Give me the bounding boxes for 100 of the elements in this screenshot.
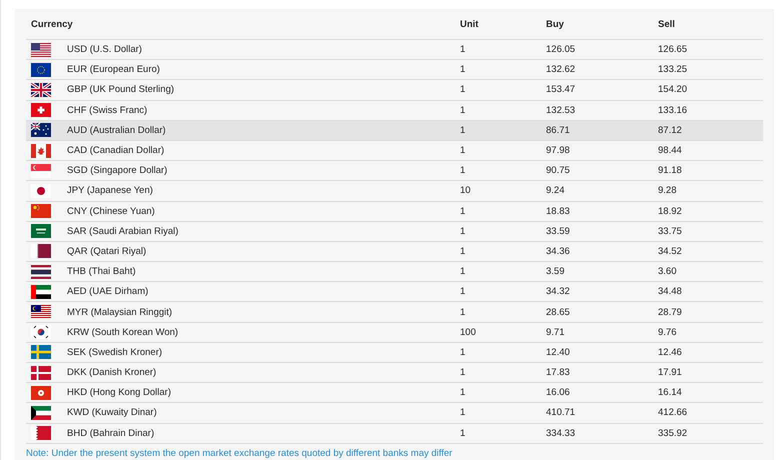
buy-rate: 34.36 (546, 246, 571, 257)
malaysia-flag-icon (31, 305, 51, 320)
buy-rate: 90.75 (546, 165, 571, 176)
hong-kong-flag-icon (31, 386, 51, 400)
sell-rate: 34.48 (658, 286, 683, 298)
sell-rate: 133.16 (658, 104, 688, 116)
swiss-flag-icon (31, 103, 51, 118)
column-header: Unit (460, 18, 480, 30)
buy-rate: 18.83 (546, 206, 571, 217)
korea-flag-icon (31, 325, 51, 340)
sell-rate: 9.28 (658, 185, 678, 196)
unit-cell-text: 1 (460, 367, 466, 378)
saudi-flag-icon (31, 224, 51, 238)
buy-rate: 97.98 (546, 145, 571, 156)
unit-cell-text: 1 (460, 124, 466, 136)
unit-cell-text: 100 (460, 326, 477, 338)
currency-name: DKK (Danish Kroner) (67, 367, 156, 378)
sweden-flag-icon (31, 345, 51, 360)
currency-name: BHD (Bahrain Dinar) (67, 428, 154, 439)
australia-flag-icon (31, 123, 51, 138)
singapore-flag-icon (31, 164, 51, 178)
column-header: Buy (546, 18, 565, 30)
sell-rate: 98.44 (658, 145, 683, 156)
column-header: Sell (658, 18, 676, 30)
unit-cell-text: 1 (460, 206, 466, 217)
sell-rate: 335.92 (658, 428, 688, 439)
sell-rate: 87.12 (658, 124, 683, 136)
unit-cell-text: 1 (460, 286, 466, 298)
sell-rate: 9.76 (658, 326, 678, 338)
currency-name: USD (U.S. Dollar) (67, 44, 142, 56)
unit-cell-text: 1 (460, 145, 466, 156)
currency-name: KWD (Kuwaity Dinar) (67, 407, 157, 418)
buy-rate: 153.47 (546, 84, 576, 96)
currency-name: CHF (Swiss Franc) (67, 104, 148, 116)
disclaimer-note: Note: Under the present system the open market exchange rates quoted by different banks may differ (26, 448, 454, 459)
currency-name: EUR (European Euro) (67, 64, 160, 76)
sell-rate: 3.60 (658, 266, 678, 278)
currency-name: HKD (Hong Kong Dollar) (67, 387, 172, 398)
unit-cell-text: 1 (460, 226, 466, 237)
buy-rate: 34.32 (546, 286, 571, 298)
bahrain-flag-icon (31, 426, 51, 440)
usa-flag-icon (31, 42, 51, 57)
unit-cell-text: 1 (460, 246, 466, 257)
buy-rate: 33.59 (546, 226, 571, 237)
uk-flag-icon (31, 82, 51, 97)
unit-cell-text: 1 (460, 84, 466, 96)
canada-flag-icon (31, 144, 51, 158)
unit-cell-text: 1 (460, 165, 466, 176)
currency-name: SEK (Swedish Kroner) (67, 346, 162, 358)
buy-rate: 410.71 (546, 407, 576, 418)
unit-cell-text: 1 (460, 266, 466, 278)
unit-cell-text: 1 (460, 44, 466, 56)
buy-rate: 132.62 (546, 64, 576, 76)
currency-name: SGD (Singapore Dollar) (67, 165, 168, 176)
thailand-flag-icon (31, 264, 51, 279)
buy-rate: 132.53 (546, 104, 576, 116)
unit-cell-text: 1 (460, 407, 466, 418)
unit-cell-text: 1 (460, 64, 466, 76)
sell-rate: 34.52 (658, 246, 683, 257)
sell-rate: 17.91 (658, 367, 683, 378)
buy-rate: 3.59 (546, 266, 566, 278)
sell-rate: 12.46 (658, 346, 683, 358)
unit-cell-text: 1 (460, 428, 466, 439)
unit-cell-text: 1 (460, 387, 466, 398)
qatar-flag-icon (31, 244, 51, 258)
sell-rate: 18.92 (658, 206, 683, 217)
sell-rate: 412.66 (658, 407, 688, 418)
currency-name: GBP (UK Pound Sterling) (67, 84, 174, 96)
unit-cell-text: 10 (460, 185, 472, 196)
currency-name: KRW (South Korean Won) (67, 326, 178, 338)
currency-name: SAR (Saudi Arabian Riyal) (67, 226, 178, 237)
sell-rate: 126.65 (658, 44, 688, 56)
buy-rate: 126.05 (546, 44, 576, 56)
eu-flag-icon (31, 62, 51, 77)
china-flag-icon (31, 204, 51, 218)
unit-cell-text: 1 (460, 306, 466, 318)
unit-cell-text: 1 (460, 104, 466, 116)
buy-rate: 17.83 (546, 367, 571, 378)
unit-cell-text: 1 (460, 346, 466, 358)
currency-name: THB (Thai Baht) (67, 266, 136, 278)
uae-flag-icon (31, 284, 51, 299)
currency-name: AED (UAE Dirham) (67, 286, 148, 298)
sell-rate: 154.20 (658, 84, 688, 96)
buy-rate: 28.65 (546, 306, 571, 318)
buy-rate: 16.06 (546, 387, 571, 398)
column-header: Currency (30, 18, 74, 30)
buy-rate: 334.33 (546, 428, 576, 439)
japan-flag-icon (31, 184, 51, 198)
buy-rate: 12.40 (546, 346, 571, 358)
denmark-flag-icon (31, 366, 51, 380)
sell-rate: 33.75 (658, 226, 683, 237)
currency-name: MYR (Malaysian Ringgit) (67, 306, 172, 318)
currency-name: CAD (Canadian Dollar) (67, 145, 164, 156)
currency-name: JPY (Japanese Yen) (67, 185, 153, 196)
buy-rate: 86.71 (546, 124, 571, 136)
buy-rate: 9.24 (546, 185, 566, 196)
buy-rate: 9.71 (546, 326, 566, 338)
sell-rate: 91.18 (658, 165, 683, 176)
sell-rate: 28.79 (658, 306, 683, 318)
sell-rate: 133.25 (658, 64, 688, 76)
